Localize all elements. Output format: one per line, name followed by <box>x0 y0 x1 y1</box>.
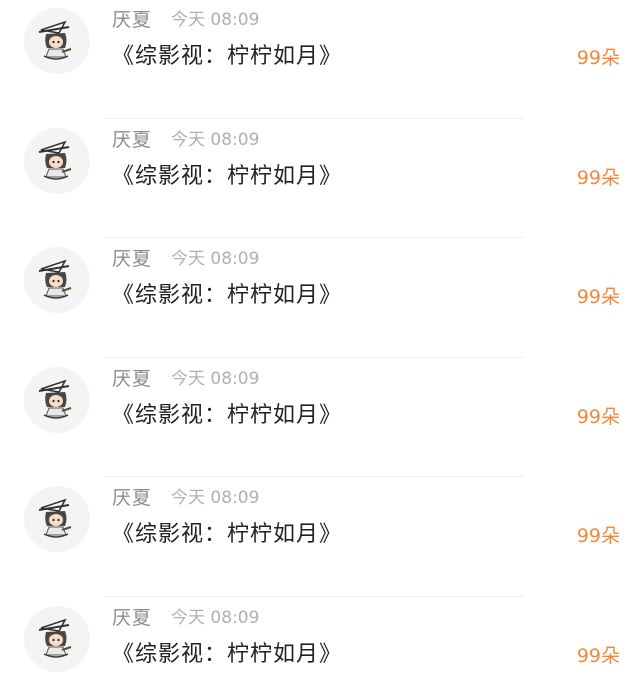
list-item[interactable]: 厌夏 今天 08:09 《综影视：柠柠如月》 99朵 <box>0 120 640 240</box>
book-title[interactable]: 《综影视：柠柠如月》 <box>112 162 342 192</box>
flower-count: 99朵 <box>576 286 620 308</box>
avatar-witch-chibi-icon <box>38 259 72 299</box>
avatar[interactable] <box>24 605 90 672</box>
flower-count: 99朵 <box>576 644 620 667</box>
flower-count: 99朵 <box>576 47 620 69</box>
book-title[interactable]: 《综影视：柠柠如月》 <box>112 520 342 550</box>
timestamp: 今天 08:09 <box>171 607 260 628</box>
avatar-witch-chibi-icon <box>38 498 72 538</box>
divider <box>104 356 524 358</box>
book-title[interactable]: 《综影视：柠柠如月》 <box>112 401 342 431</box>
timestamp: 今天 08:09 <box>171 249 260 269</box>
list-item[interactable]: 厌夏 今天 08:09 《综影视：柠柠如月》 99朵 <box>0 359 640 479</box>
divider <box>104 476 524 477</box>
gift-record-list: 厌夏 今天 08:09 《综影视：柠柠如月》 99朵 厌夏 今天 08:09 《… <box>0 0 640 696</box>
book-title[interactable]: 《综影视：柠柠如月》 <box>112 42 342 72</box>
book-title[interactable]: 《综影视：柠柠如月》 <box>112 640 342 670</box>
username[interactable]: 厌夏 <box>112 367 152 391</box>
avatar[interactable] <box>24 8 90 74</box>
list-item[interactable]: 厌夏 今天 08:09 《综影视：柠柠如月》 99朵 <box>0 478 640 598</box>
flower-count: 99朵 <box>576 405 620 428</box>
list-item[interactable]: 厌夏 今天 08:09 《综影视：柠柠如月》 99朵 <box>0 598 640 696</box>
timestamp: 今天 08:09 <box>171 368 260 389</box>
username[interactable]: 厌夏 <box>112 606 152 630</box>
avatar-witch-chibi-icon <box>38 140 72 180</box>
divider <box>104 595 524 597</box>
username[interactable]: 厌夏 <box>112 8 152 32</box>
avatar-witch-chibi-icon <box>38 20 72 60</box>
timestamp: 今天 08:09 <box>171 488 260 508</box>
avatar[interactable] <box>24 247 90 313</box>
divider <box>104 237 524 238</box>
username[interactable]: 厌夏 <box>112 128 152 152</box>
username[interactable]: 厌夏 <box>112 486 152 510</box>
avatar[interactable] <box>24 127 90 194</box>
list-item[interactable]: 厌夏 今天 08:09 《综影视：柠柠如月》 99朵 <box>0 239 640 359</box>
list-item[interactable]: 厌夏 今天 08:09 《综影视：柠柠如月》 99朵 <box>0 0 640 120</box>
avatar[interactable] <box>24 366 90 433</box>
flower-count: 99朵 <box>576 525 620 547</box>
divider <box>104 117 524 119</box>
avatar-witch-chibi-icon <box>38 618 72 658</box>
flower-count: 99朵 <box>576 166 620 189</box>
avatar-witch-chibi-icon <box>38 379 72 419</box>
username[interactable]: 厌夏 <box>112 247 152 271</box>
avatar[interactable] <box>24 486 90 552</box>
timestamp: 今天 08:09 <box>171 10 260 30</box>
book-title[interactable]: 《综影视：柠柠如月》 <box>112 281 342 311</box>
timestamp: 今天 08:09 <box>171 129 260 150</box>
